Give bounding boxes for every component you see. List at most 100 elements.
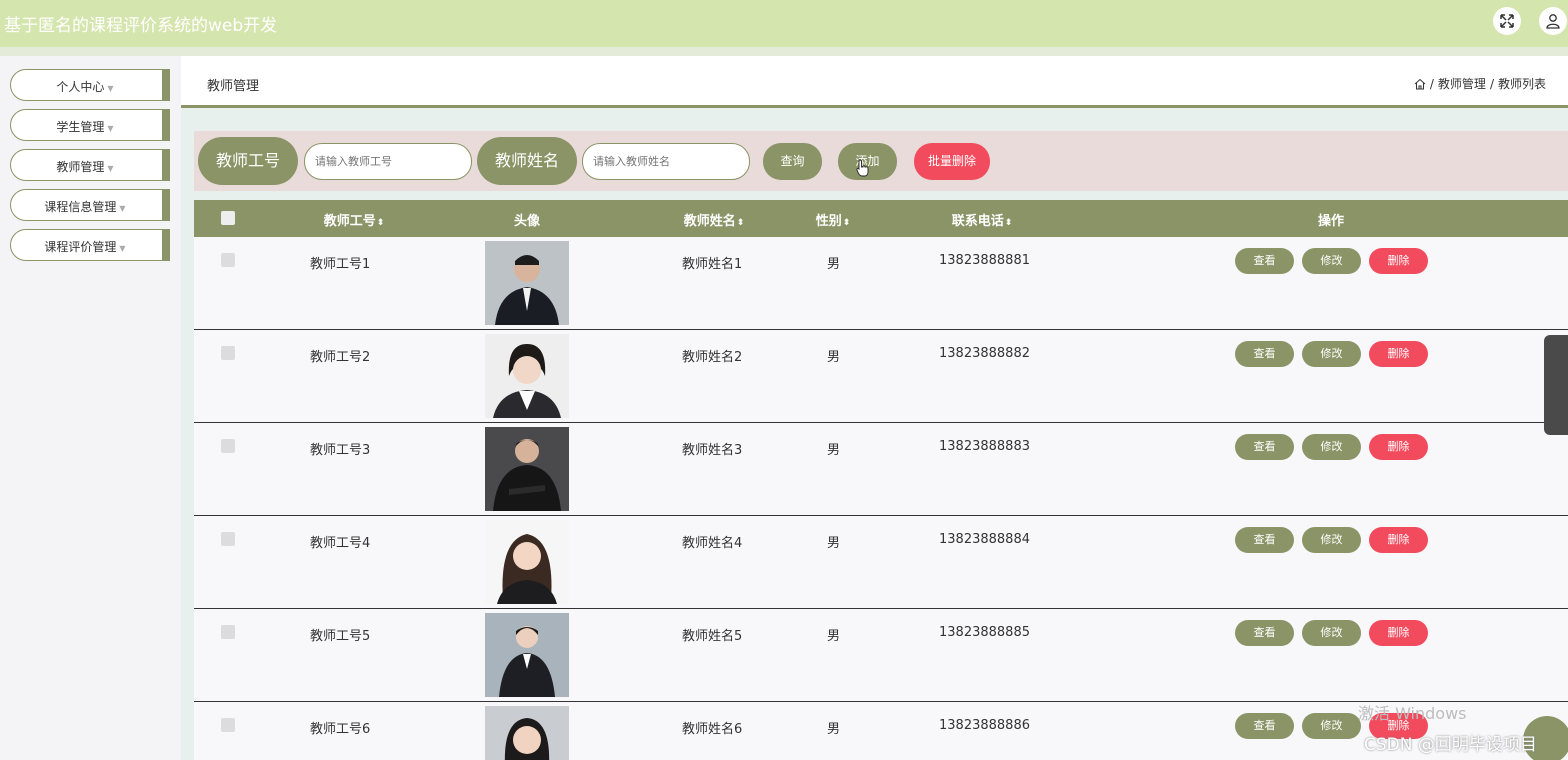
- windows-activation-watermark: 激活 Windows: [1358, 704, 1467, 723]
- sidebar-item-label: 个人中心: [56, 80, 105, 94]
- edit-button[interactable]: 修改: [1302, 248, 1361, 274]
- caret-down-icon: ▼: [119, 204, 126, 213]
- view-button[interactable]: 查看: [1235, 341, 1294, 367]
- row-checkbox[interactable]: [221, 718, 235, 732]
- main-content: 教师管理 / 教师管理 / 教师列表 教师工号 教师姓名 查询 添加 批量删除 …: [181, 56, 1568, 760]
- teacher-avatar: [485, 427, 569, 511]
- sort-icon: ⬍: [736, 218, 745, 228]
- delete-button[interactable]: 删除: [1369, 527, 1428, 553]
- delete-button[interactable]: 删除: [1369, 341, 1428, 367]
- teacher-id-cell: 教师工号2: [310, 350, 371, 365]
- teacher-name-cell: 教师姓名3: [682, 443, 743, 458]
- sidebar-item-marker: [162, 149, 170, 181]
- view-button[interactable]: 查看: [1235, 248, 1294, 274]
- row-checkbox[interactable]: [221, 439, 235, 453]
- app-title: 基于匿名的课程评价系统的web开发: [4, 16, 278, 36]
- page-header: 教师管理 / 教师管理 / 教师列表: [181, 56, 1568, 108]
- edit-button[interactable]: 修改: [1302, 527, 1361, 553]
- column-header-label: 联系电话: [951, 214, 1004, 229]
- csdn-watermark: CSDN @回明毕设项目: [1364, 735, 1537, 755]
- sidebar-item-label: 教师管理: [56, 160, 105, 174]
- teacher-name-input[interactable]: [582, 143, 750, 180]
- teacher-id-cell: 教师工号5: [310, 629, 371, 644]
- gender-cell: 男: [827, 257, 841, 272]
- caret-down-icon: ▼: [107, 84, 114, 93]
- row-checkbox[interactable]: [221, 532, 235, 546]
- teacher-table: 教师工号⬍ 头像 教师姓名⬍ 性别⬍ 联系电话⬍ 操作 教师工号1 教师姓名1 …: [194, 200, 1568, 760]
- teacher-id-label: 教师工号: [198, 137, 298, 185]
- sidebar-item-label: 课程评价管理: [44, 240, 117, 254]
- sidebar-item-course-evaluation-management[interactable]: 课程评价管理 ▼: [10, 229, 170, 261]
- column-header-phone[interactable]: 联系电话⬍: [929, 210, 1035, 229]
- sidebar: 个人中心 ▼ 学生管理 ▼ 教师管理 ▼ 课程信息管理 ▼ 课程评价管理 ▼: [0, 56, 181, 760]
- caret-down-icon: ▼: [107, 164, 114, 173]
- select-all-checkbox[interactable]: [221, 211, 235, 225]
- edit-button[interactable]: 修改: [1302, 341, 1361, 367]
- row-checkbox[interactable]: [221, 346, 235, 360]
- breadcrumb: / 教师管理 / 教师列表: [1414, 75, 1546, 92]
- view-button[interactable]: 查看: [1235, 620, 1294, 646]
- delete-button[interactable]: 删除: [1369, 434, 1428, 460]
- sort-icon: ⬍: [842, 218, 851, 228]
- gender-cell: 男: [827, 536, 841, 551]
- table-row: 教师工号5 教师姓名5 男 13823888885 查看 修改 删除: [194, 609, 1568, 702]
- phone-cell: 13823888885: [939, 625, 1030, 640]
- sidebar-item-course-info-management[interactable]: 课程信息管理 ▼: [10, 189, 170, 221]
- row-checkbox[interactable]: [221, 253, 235, 267]
- sidebar-item-marker: [162, 189, 170, 221]
- column-header-teacher-id[interactable]: 教师工号⬍: [304, 210, 404, 229]
- sidebar-item-personal-center[interactable]: 个人中心 ▼: [10, 69, 170, 101]
- delete-button[interactable]: 删除: [1369, 248, 1428, 274]
- sidebar-item-teacher-management[interactable]: 教师管理 ▼: [10, 149, 170, 181]
- breadcrumb-teacher-management[interactable]: 教师管理: [1438, 75, 1486, 92]
- sidebar-item-student-management[interactable]: 学生管理 ▼: [10, 109, 170, 141]
- query-button[interactable]: 查询: [763, 143, 822, 180]
- gender-cell: 男: [827, 443, 841, 458]
- gender-cell: 男: [827, 629, 841, 644]
- teacher-avatar: [485, 334, 569, 418]
- column-header-teacher-name[interactable]: 教师姓名⬍: [664, 210, 764, 229]
- teacher-id-cell: 教师工号1: [310, 257, 371, 272]
- batch-delete-button[interactable]: 批量删除: [914, 143, 990, 180]
- gender-cell: 男: [827, 350, 841, 365]
- teacher-id-cell: 教师工号6: [310, 722, 371, 737]
- table-row: 教师工号1 教师姓名1 男 13823888881 查看 修改 删除: [194, 237, 1568, 330]
- side-panel-handle[interactable]: [1544, 335, 1568, 435]
- row-checkbox[interactable]: [221, 625, 235, 639]
- top-bar: 基于匿名的课程评价系统的web开发: [0, 0, 1568, 47]
- phone-cell: 13823888886: [939, 718, 1030, 733]
- caret-down-icon: ▼: [119, 244, 126, 253]
- sidebar-item-marker: [162, 69, 170, 101]
- phone-cell: 13823888884: [939, 532, 1030, 547]
- column-header-gender[interactable]: 性别⬍: [800, 210, 866, 229]
- column-header-label: 教师姓名: [683, 214, 736, 229]
- teacher-avatar: [485, 706, 569, 760]
- sort-icon: ⬍: [376, 218, 385, 228]
- search-bar: 教师工号 教师姓名 查询 添加 批量删除: [194, 131, 1568, 191]
- view-button[interactable]: 查看: [1235, 434, 1294, 460]
- teacher-name-cell: 教师姓名2: [682, 350, 743, 365]
- user-icon: [1546, 14, 1560, 29]
- sidebar-item-label: 学生管理: [56, 120, 105, 134]
- view-button[interactable]: 查看: [1235, 527, 1294, 553]
- caret-down-icon: ▼: [107, 124, 114, 133]
- view-button[interactable]: 查看: [1235, 713, 1294, 739]
- edit-button[interactable]: 修改: [1302, 434, 1361, 460]
- breadcrumb-separator: /: [1489, 76, 1494, 91]
- user-menu-button[interactable]: [1539, 7, 1567, 35]
- fullscreen-button[interactable]: [1493, 7, 1521, 35]
- teacher-id-input[interactable]: [304, 143, 472, 180]
- sort-icon: ⬍: [1004, 218, 1013, 228]
- table-row: 教师工号4 教师姓名4 男 13823888884 查看 修改 删除: [194, 516, 1568, 609]
- home-icon[interactable]: [1414, 78, 1426, 90]
- edit-button[interactable]: 修改: [1302, 620, 1361, 646]
- teacher-name-cell: 教师姓名5: [682, 629, 743, 644]
- delete-button[interactable]: 删除: [1369, 620, 1428, 646]
- column-header-label: 教师工号: [323, 214, 376, 229]
- breadcrumb-separator: /: [1429, 76, 1434, 91]
- sidebar-item-marker: [162, 109, 170, 141]
- teacher-avatar: [485, 613, 569, 697]
- teacher-name-cell: 教师姓名6: [682, 722, 743, 737]
- edit-button[interactable]: 修改: [1302, 713, 1361, 739]
- table-row: 教师工号3 教师姓名3 男 13823888883 查看 修改 删除: [194, 423, 1568, 516]
